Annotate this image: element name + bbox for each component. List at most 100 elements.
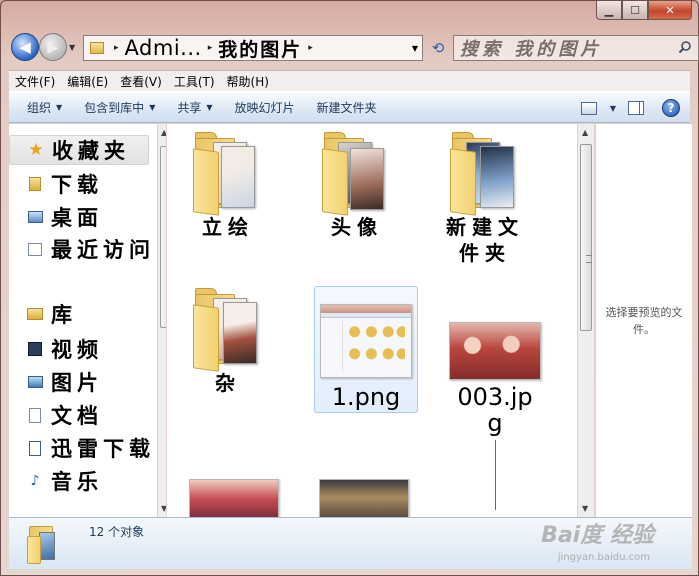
navigation-row: ◀ ▶ ▼ ▸ Admi... ▸ 我的图片 ▸ ▼ ⟲ 搜索 我的图片 [9,31,699,65]
toolbar-right-group: ▼ ? [580,99,680,117]
nav-thunder-downloads[interactable]: 迅雷下载 [27,433,155,463]
nav-music[interactable]: ♪ 音乐 [27,466,103,496]
chevron-down-icon: ▼ [206,102,213,112]
close-button[interactable]: ✕ [648,1,692,20]
breadcrumb-root[interactable]: Admi... [125,36,202,60]
watermark-logo: Bai度 经验 [541,523,654,548]
nav-label: 视频 [51,337,103,362]
nav-libraries[interactable]: 库 [27,299,77,329]
thunder-folder-icon [27,440,43,456]
breadcrumb-current[interactable]: 我的图片 [218,35,302,62]
menu-file[interactable]: 文件(F) [15,73,55,90]
music-note-icon: ♪ [30,473,40,489]
search-input[interactable]: 搜索 我的图片 [460,35,602,61]
folder-icon [27,524,63,564]
nav-documents[interactable]: 文档 [27,400,103,430]
file-name: 003.jp [457,383,533,411]
nav-label: 桌面 [51,205,103,230]
slideshow-button[interactable]: 放映幻灯片 [235,99,295,116]
breadcrumb-separator[interactable]: ▸ [208,43,213,53]
share-label: 共享 [177,100,202,115]
new-folder-button[interactable]: 新建文件夹 [317,99,377,116]
folder-icon [450,132,520,216]
folder-item[interactable]: 杂 [176,288,280,396]
star-icon: ★ [28,140,44,160]
file-name: 新建文 [446,215,524,239]
document-icon [27,407,43,423]
nav-recent[interactable]: 最近访问 [27,234,155,264]
maximize-button[interactable]: ☐ [622,1,648,20]
file-name: 件夹 [459,241,511,265]
share-button[interactable]: 共享 ▼ [177,99,212,116]
scroll-thumb[interactable] [580,144,592,331]
nav-videos[interactable]: 视频 [27,334,103,364]
include-label: 包含到库中 [84,100,145,115]
menu-tools[interactable]: 工具(T) [174,73,215,90]
details-pane: 12 个对象 Bai度 经验 jingyan.baidu.com [9,517,692,569]
caption-buttons: ▁ ☐ ✕ [596,1,692,21]
image-item-selected[interactable]: 1.png [314,286,418,410]
download-folder-icon [27,176,43,192]
refresh-icon: ⟲ [431,39,445,57]
divider-line [494,440,496,510]
scroll-up-icon[interactable]: ▲ [161,128,166,137]
nav-pictures[interactable]: 图片 [27,367,103,397]
file-name: 1.png [331,383,401,411]
file-list: 立绘 头像 新建文 件夹 杂 1.png 003.jp g [167,124,577,517]
folder-icon [193,288,263,372]
change-view-icon[interactable] [580,101,597,115]
desktop-icon [27,209,43,225]
item-count: 12 个对象 [89,525,145,539]
folder-item[interactable]: 立绘 [176,132,280,240]
nav-downloads[interactable]: 下载 [27,169,103,199]
image-item[interactable]: 003.jp g [443,286,547,510]
navigation-scrollbar[interactable]: ▲ ▼ [157,124,166,517]
video-icon [27,341,43,357]
organize-button[interactable]: 组织 ▼ [27,99,62,116]
preview-pane-toggle-icon[interactable] [628,101,644,115]
menu-bar: 文件(F) 编辑(E) 查看(V) 工具(T) 帮助(H) [9,70,690,91]
nav-favorites[interactable]: ★ 收藏夹 [9,135,149,165]
watermark-url: jingyan.baidu.com [557,552,650,563]
back-button[interactable]: ◀ [11,33,39,61]
address-dropdown-icon[interactable]: ▼ [412,44,418,53]
scroll-down-icon[interactable]: ▼ [161,504,166,513]
menu-edit[interactable]: 编辑(E) [67,73,108,90]
scroll-thumb[interactable] [160,146,166,328]
menu-help[interactable]: 帮助(H) [227,73,269,90]
refresh-button[interactable]: ⟲ [427,37,449,59]
chevron-down-icon: ▼ [149,102,156,112]
minimize-button[interactable]: ▁ [596,1,622,20]
address-bar[interactable]: ▸ Admi... ▸ 我的图片 ▸ ▼ [83,35,423,61]
search-icon[interactable] [678,40,692,54]
scroll-up-icon[interactable]: ▲ [582,128,588,137]
scroll-down-icon[interactable]: ▼ [582,504,588,513]
chevron-down-icon: ▼ [56,102,63,112]
nav-label: 迅雷下载 [51,436,155,461]
file-name: g [487,409,503,437]
nav-label: 下载 [51,172,103,197]
file-name: 头像 [331,215,383,239]
search-box[interactable]: 搜索 我的图片 [453,35,699,61]
view-options-dropdown[interactable]: ▼ [610,104,616,113]
content-scrollbar[interactable]: ▲ ▼ [577,124,594,517]
image-thumbnail-partial[interactable] [319,479,409,517]
png-thumbnail [320,304,412,378]
image-thumbnail-partial[interactable] [189,479,279,517]
breadcrumb-separator[interactable]: ▸ [308,43,313,53]
recent-pages-dropdown[interactable]: ▼ [69,43,75,52]
nav-label: 音乐 [51,469,103,494]
include-in-library-button[interactable]: 包含到库中 ▼ [84,99,155,116]
menu-view[interactable]: 查看(V) [120,73,162,90]
explorer-window: ▁ ☐ ✕ ◀ ▶ ▼ ▸ Admi... ▸ 我的图片 ▸ ▼ ⟲ 搜索 我的… [0,0,699,576]
breadcrumb-separator[interactable]: ▸ [114,43,119,53]
organize-label: 组织 [27,100,52,115]
folder-item[interactable]: 头像 [305,132,409,240]
forward-button[interactable]: ▶ [39,33,67,61]
navigation-pane: ★ 收藏夹 下载 桌面 最近访问 库 视频 图片 文档 迅雷下载 ♪ 音乐 ▲ … [9,124,166,517]
back-arrow-icon: ◀ [19,38,31,56]
nav-desktop[interactable]: 桌面 [27,202,103,232]
recent-places-icon [27,241,43,257]
help-icon[interactable]: ? [662,99,680,117]
folder-item[interactable]: 新建文 件夹 [433,132,537,266]
